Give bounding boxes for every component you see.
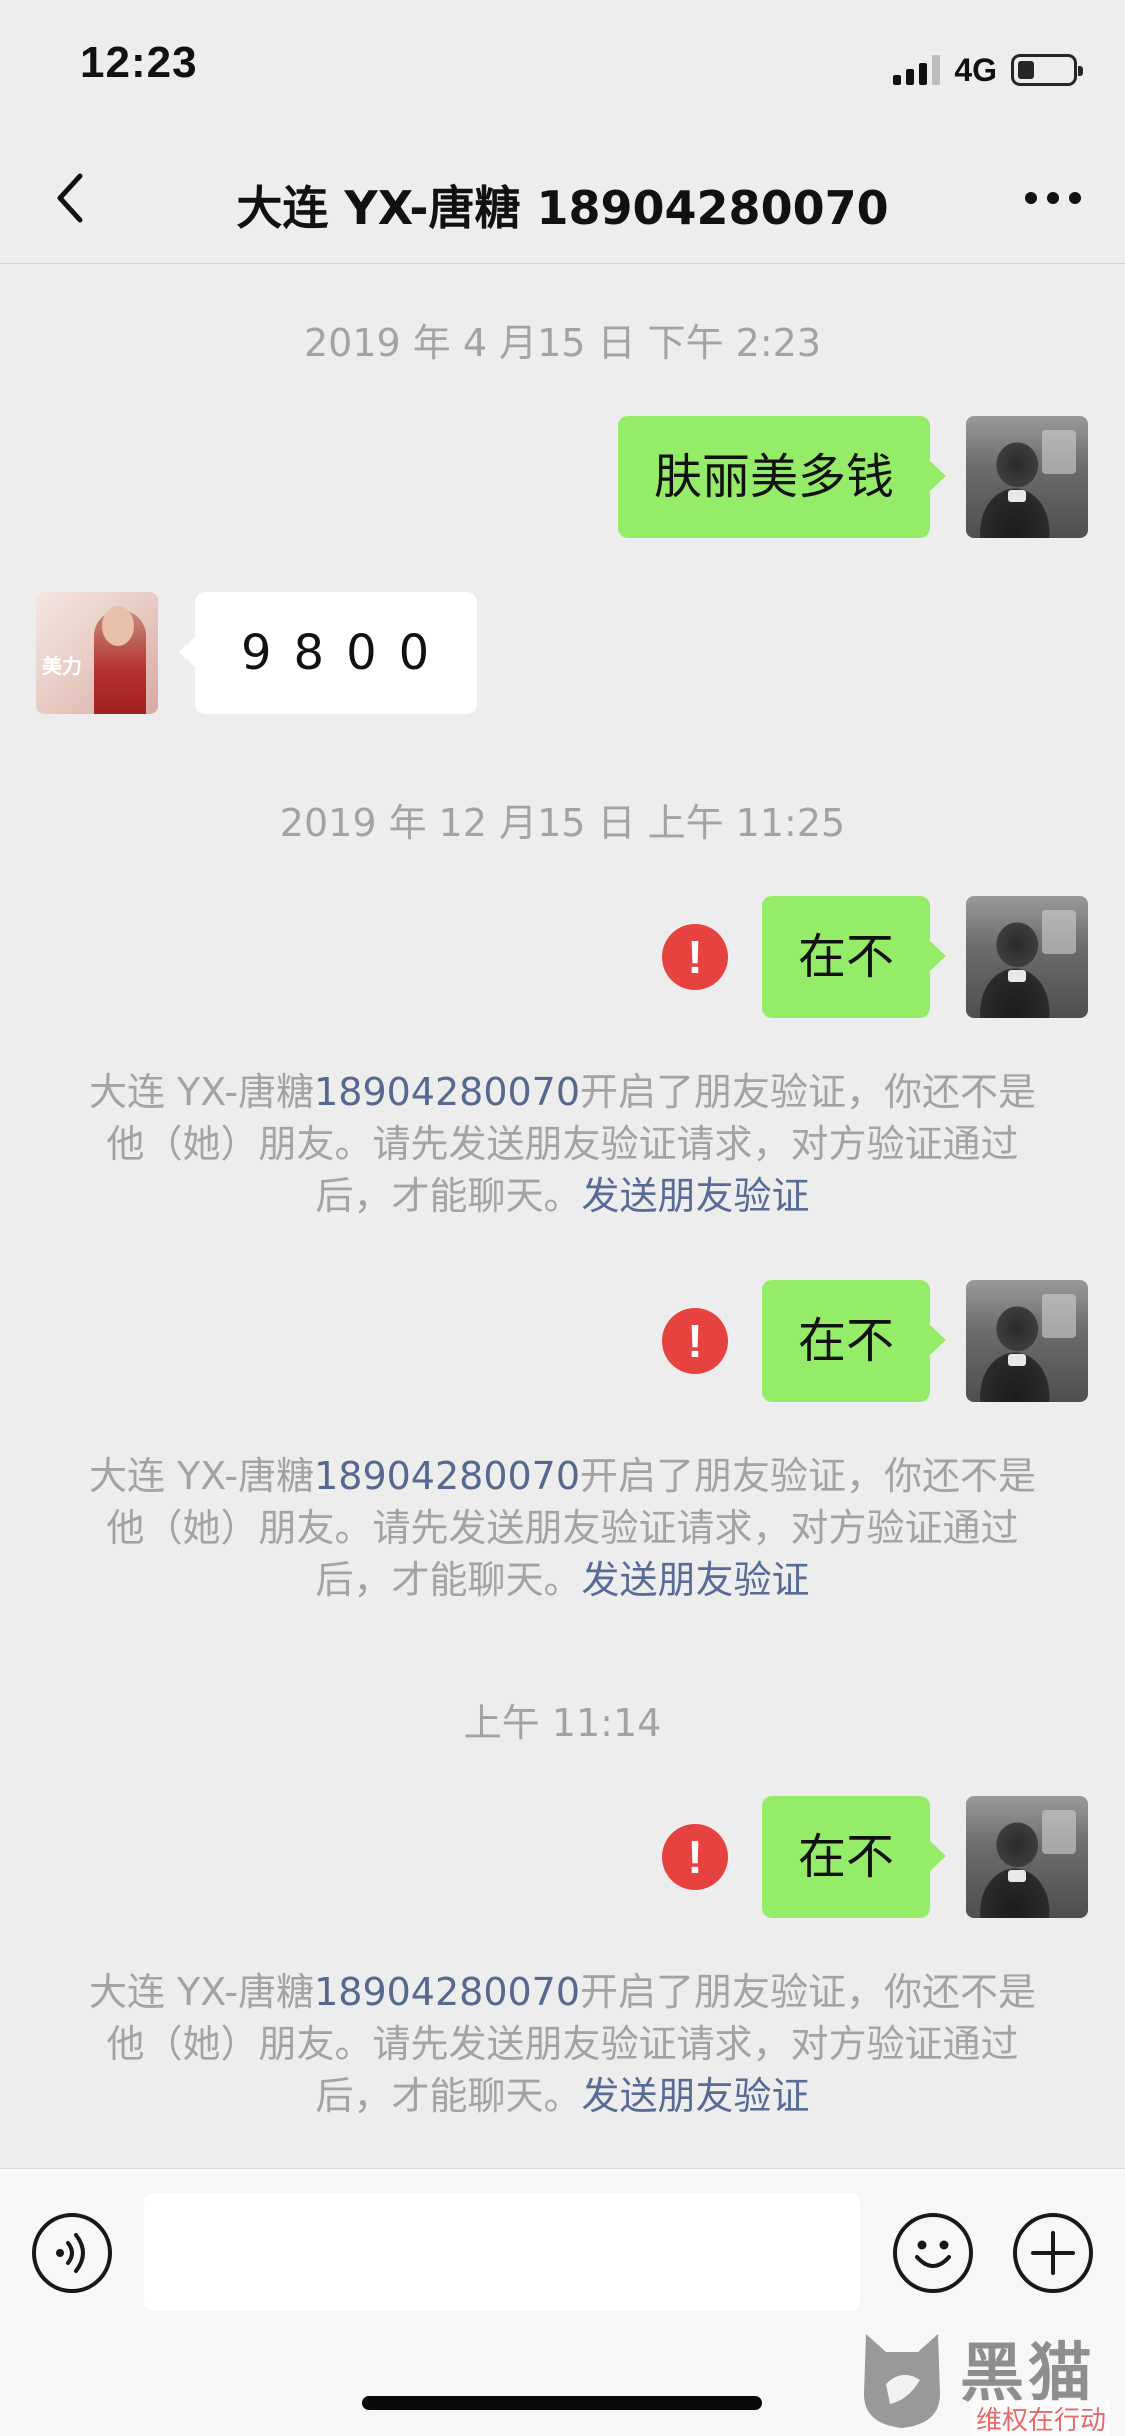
- message-bubble-sent[interactable]: 在不: [761, 896, 947, 1018]
- timestamp: 上午 11:14: [463, 1701, 662, 1745]
- system-notice: 大连 YX-唐糖18904280070开启了朋友验证，你还不是他（她）朋友。请先…: [80, 1450, 1045, 1606]
- avatar-logo-text: 美力: [42, 654, 82, 678]
- timestamp: 2019 年 12 月15 日 上午 11:25: [279, 801, 846, 845]
- notice-contact-number: 18904280070: [314, 1070, 581, 1114]
- notice-contact-name: 大连 YX-唐糖: [88, 1970, 315, 2014]
- network-type: 4G: [954, 51, 997, 88]
- more-functions-button[interactable]: [1013, 2213, 1093, 2293]
- notice-contact-number: 18904280070: [314, 1454, 581, 1498]
- send-verification-link[interactable]: 发送朋友验证: [582, 2074, 810, 2118]
- contact-avatar[interactable]: 美力: [36, 592, 158, 714]
- message-bubble-received[interactable]: 9800: [179, 592, 477, 714]
- plus-icon: [1031, 2231, 1075, 2275]
- chat-title: 大连 YX-唐糖 18904280070: [236, 181, 889, 235]
- system-notice: 大连 YX-唐糖18904280070开启了朋友验证，你还不是他（她）朋友。请先…: [80, 1066, 1045, 1222]
- message-bubble-sent[interactable]: 肤丽美多钱: [617, 416, 947, 538]
- cat-logo-icon: [864, 2334, 940, 2428]
- send-verification-link[interactable]: 发送朋友验证: [582, 1558, 810, 1602]
- my-avatar[interactable]: [966, 1280, 1088, 1402]
- message-input[interactable]: [144, 2193, 860, 2311]
- voice-icon: [56, 2233, 85, 2273]
- system-notice: 大连 YX-唐糖18904280070开启了朋友验证，你还不是他（她）朋友。请先…: [80, 1966, 1045, 2122]
- send-failed-icon[interactable]: !: [662, 1824, 728, 1890]
- my-avatar[interactable]: [966, 1796, 1088, 1918]
- emoji-icon: [915, 2240, 951, 2268]
- home-indicator[interactable]: [362, 2396, 762, 2410]
- message-bubble-sent[interactable]: 在不: [761, 1796, 947, 1918]
- more-button[interactable]: [1017, 168, 1089, 228]
- message-bubble-sent[interactable]: 在不: [761, 1280, 947, 1402]
- notice-contact-name: 大连 YX-唐糖: [88, 1454, 315, 1498]
- send-failed-icon[interactable]: !: [662, 1308, 728, 1374]
- notice-contact-name: 大连 YX-唐糖: [88, 1070, 315, 1114]
- status-bar: 12:23 4G: [0, 0, 1125, 132]
- more-dots-icon: [1025, 192, 1081, 204]
- watermark-tag: 维权在行动: [972, 2400, 1111, 2436]
- timestamp: 2019 年 4 月15 日 下午 2:23: [303, 321, 822, 365]
- status-indicators: 4G: [893, 50, 1083, 90]
- my-avatar[interactable]: [966, 896, 1088, 1018]
- my-avatar[interactable]: [966, 416, 1088, 538]
- signal-bars-icon: [893, 55, 941, 85]
- notice-contact-number: 18904280070: [314, 1970, 581, 2014]
- status-time: 12:23: [80, 38, 198, 87]
- nav-bar: 大连 YX-唐糖 18904280070: [0, 132, 1125, 264]
- emoji-button[interactable]: [893, 2213, 973, 2293]
- send-failed-icon[interactable]: !: [662, 924, 728, 990]
- watermark: 黑猫 维权在行动: [850, 2318, 1125, 2436]
- send-verification-link[interactable]: 发送朋友验证: [582, 1174, 810, 1218]
- voice-button[interactable]: [32, 2213, 112, 2293]
- battery-icon: [1011, 54, 1083, 86]
